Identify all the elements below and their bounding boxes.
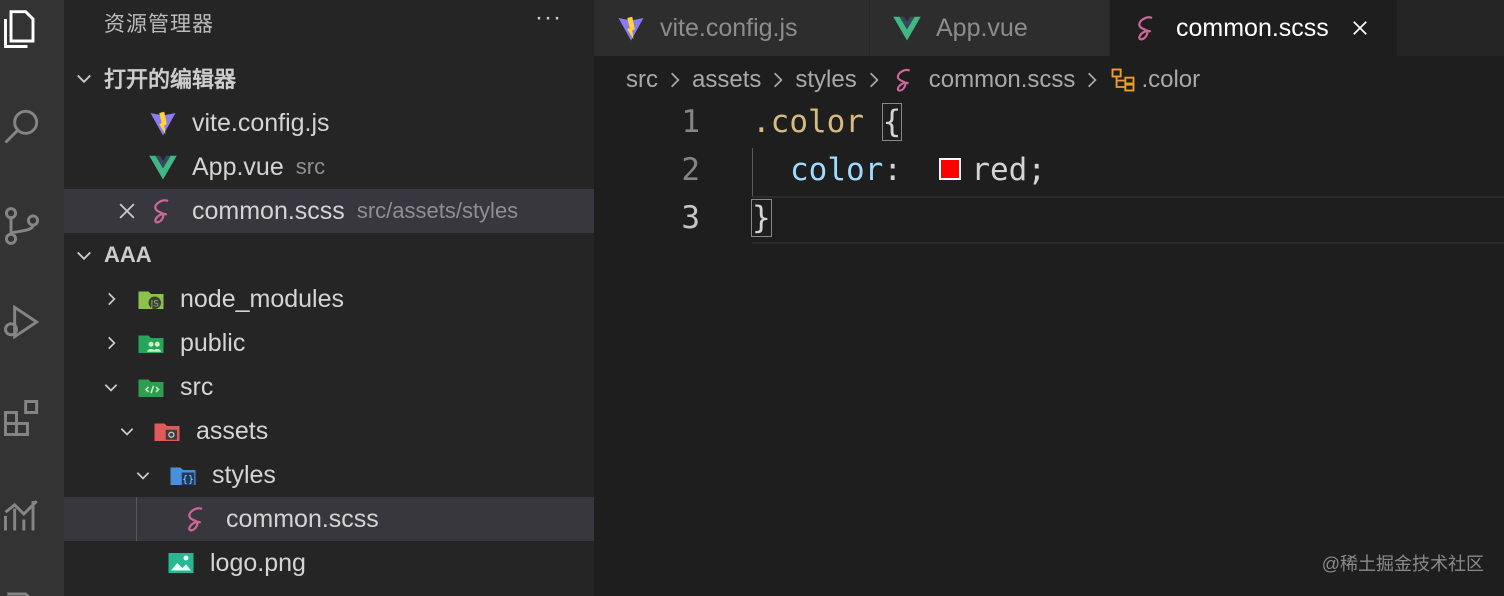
indent-guide <box>752 148 753 196</box>
search-icon[interactable] <box>0 98 44 154</box>
tree-item-label: styles <box>212 460 276 489</box>
close-tab-icon[interactable] <box>1347 15 1373 41</box>
explorer-icon[interactable] <box>0 2 44 58</box>
tab-label: App.vue <box>936 13 1028 42</box>
sass-icon <box>148 196 178 226</box>
open-editor-name: common.scss <box>192 196 345 225</box>
tab-vite-config[interactable]: vite.config.js <box>594 0 870 56</box>
open-editor-desc: src <box>295 154 326 179</box>
svg-text:{}: {} <box>182 475 194 486</box>
chevron-right-icon <box>771 71 785 89</box>
chevron-down-icon <box>64 245 104 265</box>
code-line-1: .color { <box>752 103 903 141</box>
tab-label: vite.config.js <box>660 13 798 42</box>
symbol-class-icon <box>1109 66 1137 94</box>
tree-folder-public[interactable]: public <box>64 321 594 365</box>
chevron-down-icon <box>96 372 126 402</box>
tree-item-label: common.scss <box>226 504 379 533</box>
tree-item-label: assets <box>196 416 269 445</box>
chevron-down-icon <box>112 416 142 446</box>
tree-item-label: public <box>180 328 246 357</box>
colon: : <box>883 152 902 188</box>
image-file-icon <box>166 548 196 578</box>
watermark: @稀土掘金技术社区 <box>1321 554 1484 574</box>
tab-app-vue[interactable]: App.vue <box>870 0 1110 56</box>
tree-file-logo-png[interactable]: logo.png <box>64 541 594 585</box>
code-editor[interactable]: 1 2 3 .color { color: red; } <box>594 100 1504 596</box>
breadcrumb-item[interactable]: src <box>626 66 658 94</box>
close-icon[interactable] <box>116 196 138 226</box>
tab-label: common.scss <box>1176 13 1329 42</box>
assets-folder-icon <box>152 416 182 446</box>
source-control-icon[interactable] <box>0 198 44 254</box>
tree-folder-styles[interactable]: {} styles <box>64 453 594 497</box>
code-line-2: color: red; <box>790 152 1046 188</box>
open-editor-name: vite.config.js <box>192 108 330 137</box>
chevron-down-icon <box>64 68 104 88</box>
chevron-right-icon <box>1085 71 1099 89</box>
chevron-right-icon <box>96 328 126 358</box>
explorer-title: 资源管理器 <box>104 13 214 36</box>
current-line-highlight <box>752 196 1504 244</box>
node-folder-icon: JS <box>136 284 166 314</box>
chevron-right-icon <box>668 71 682 89</box>
more-actions-button[interactable]: ··· <box>535 4 562 32</box>
indent-guide <box>136 497 137 541</box>
tree-folder-node-modules[interactable]: JS node_modules <box>64 277 594 321</box>
chevron-down-icon <box>128 460 158 490</box>
extensions-icon[interactable] <box>0 390 44 446</box>
tree-file-common-scss[interactable]: common.scss <box>64 497 594 541</box>
public-folder-icon <box>136 328 166 358</box>
styles-folder-icon: {} <box>168 460 198 490</box>
breadcrumb: src assets styles common.scss .color <box>626 62 1200 98</box>
color-swatch[interactable] <box>939 157 962 180</box>
open-editor-name: App.vue <box>192 152 284 181</box>
breadcrumb-item[interactable]: .color <box>1141 66 1200 94</box>
tree-item-label: node_modules <box>180 284 345 313</box>
open-brace: { <box>881 103 903 141</box>
vue-icon <box>892 13 922 43</box>
tree-folder-src[interactable]: src <box>64 365 594 409</box>
line-number: 3 <box>681 200 700 236</box>
open-editor-item[interactable]: common.scss src/assets/styles <box>64 189 594 233</box>
remote-icon[interactable] <box>0 566 44 596</box>
sass-icon <box>891 66 919 94</box>
css-selector: .color <box>752 104 864 140</box>
vue-icon <box>148 152 178 182</box>
open-editor-item[interactable]: vite.config.js <box>64 101 594 145</box>
chevron-right-icon <box>96 284 126 314</box>
semicolon: ; <box>1027 152 1046 188</box>
tree-item-label: logo.png <box>210 548 306 577</box>
vite-icon <box>616 13 646 43</box>
open-editor-desc: src/assets/styles <box>356 198 519 223</box>
workspace-label: AAA <box>104 242 152 267</box>
tree-folder-assets[interactable]: assets <box>64 409 594 453</box>
breadcrumb-item[interactable]: common.scss <box>929 66 1076 94</box>
tree-item-label: src <box>180 372 214 401</box>
css-value: red <box>971 152 1028 188</box>
open-editors-header[interactable]: 打开的编辑器 <box>64 57 594 99</box>
svg-text:JS: JS <box>150 300 160 310</box>
tab-common-scss[interactable]: common.scss <box>1110 0 1398 56</box>
sass-icon <box>182 504 212 534</box>
line-number: 1 <box>681 104 700 140</box>
breadcrumb-item[interactable]: styles <box>795 66 856 94</box>
breadcrumb-item[interactable]: assets <box>692 66 761 94</box>
close-brace: } <box>751 199 772 237</box>
sass-icon <box>1132 13 1162 43</box>
code-line-3: } <box>751 199 772 237</box>
open-editor-item[interactable]: App.vue src <box>64 145 594 189</box>
line-number: 2 <box>681 152 700 188</box>
chevron-right-icon <box>867 71 881 89</box>
run-debug-icon[interactable] <box>0 294 44 350</box>
src-folder-icon <box>136 372 166 402</box>
workspace-header[interactable]: AAA <box>64 234 594 276</box>
open-editors-label: 打开的编辑器 <box>104 67 237 92</box>
css-property: color <box>790 152 884 188</box>
activity-bar <box>0 0 64 596</box>
vite-icon <box>148 108 178 138</box>
analytics-icon[interactable] <box>0 486 44 542</box>
explorer-sidebar: 资源管理器 ··· 打开的编辑器 vite.config.js App.vue … <box>64 0 594 596</box>
editor-tabs: vite.config.js App.vue common.scss <box>594 0 1504 56</box>
